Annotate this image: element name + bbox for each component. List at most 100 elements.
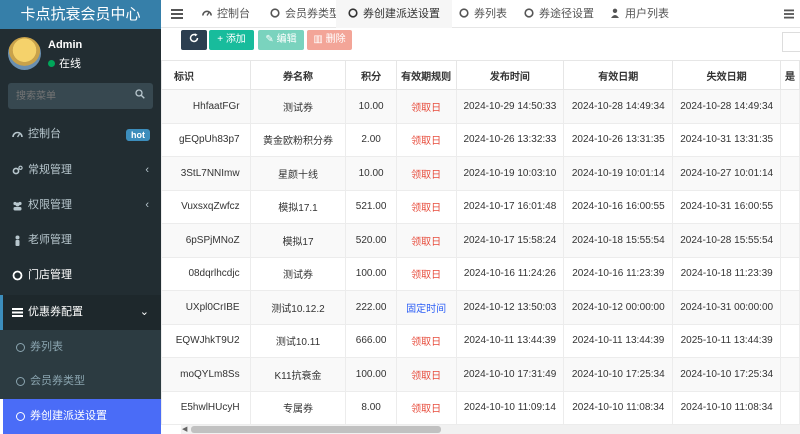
chevron-left-icon: ‹ [145, 199, 149, 211]
cell-rule: 领取日 [395, 390, 457, 425]
table-row[interactable]: E5hwlHUcyH 专属券 8.00 领取日 2024-10-10 11:09:14 2… [161, 390, 800, 425]
cell-valid-date: 2024-10-19 10:01:14 [563, 156, 674, 191]
table-row[interactable]: EQWJhkT9U2 测试10.11 666.00 领取日 2024-10-11 13:… [161, 323, 800, 358]
add-button[interactable]: + 添加 [209, 30, 254, 50]
cell-points: 10.00 [345, 156, 397, 191]
tab-coupon-list[interactable]: 券列表 [459, 0, 507, 28]
cell-publish-time: 2024-10-10 17:31:49 [455, 357, 565, 392]
sidebar-item-coupon-config[interactable]: 优惠券配置 ⌄ [0, 295, 161, 330]
cell-code: gEQpUh83p7 [161, 122, 251, 157]
table-row[interactable]: UXpl0CrIBE 测试10.12.2 222.00 固定时间 2024-10-12 … [161, 290, 800, 325]
sidebar-item-label: 会员券类型 [30, 375, 85, 387]
chevron-left-icon: ‹ [145, 164, 149, 176]
horizontal-scrollbar[interactable]: ◀ [181, 425, 800, 434]
sidebar: 卡点抗衰会员中心 Admin 在线 控制台 hot 常规管理 ‹ 权限管理 ‹ … [0, 0, 161, 434]
sidebar-item-permission[interactable]: 权限管理 ‹ [0, 188, 161, 223]
table-row[interactable]: 3StL7NNImw 星颜十线 10.00 领取日 2024-10-19 10:03:1… [161, 156, 800, 191]
cell-more [779, 323, 800, 358]
tab-dashboard[interactable]: 控制台 [202, 0, 250, 28]
search-icon[interactable] [135, 89, 145, 99]
cell-publish-time: 2024-10-29 14:50:33 [455, 89, 565, 124]
cell-valid-date: 2024-10-18 15:55:54 [563, 223, 674, 258]
sidebar-item-label: 门店管理 [28, 269, 72, 281]
cell-more [779, 223, 800, 258]
circle-icon [524, 8, 534, 18]
cell-more [779, 89, 800, 124]
cell-expire-date: 2024-10-27 10:01:14 [672, 156, 781, 191]
cell-valid-date: 2024-10-28 14:49:34 [563, 89, 674, 124]
table-row[interactable]: 6pSPjMNoZ 模拟17 520.00 领取日 2024-10-17 15:58:2… [161, 223, 800, 258]
cell-rule: 领取日 [395, 156, 457, 191]
table-row[interactable]: HhfaatFGr 测试券 10.00 领取日 2024-10-29 14:50:33 2… [161, 89, 800, 124]
cell-more [779, 256, 800, 291]
col-publish-time[interactable]: 发布时间 [455, 60, 565, 90]
cell-more [779, 156, 800, 191]
cell-publish-time: 2024-10-17 15:58:24 [455, 223, 565, 258]
delete-button[interactable]: ▥ 删除 [307, 30, 352, 50]
col-rule[interactable]: 有效期规则 [395, 60, 457, 90]
user-status-text: 在线 [59, 58, 81, 70]
user-icon [611, 8, 619, 18]
cell-rule: 领取日 [395, 223, 457, 258]
cell-valid-date: 2024-10-16 16:00:55 [563, 189, 674, 224]
table-search-input[interactable] [782, 32, 800, 52]
hamburger-icon[interactable] [171, 9, 183, 19]
cell-valid-date: 2024-10-11 13:44:39 [563, 323, 674, 358]
sidebar-item-coupon-list[interactable]: 券列表 [0, 330, 161, 365]
col-expire-date[interactable]: 失效日期 [672, 60, 781, 90]
sidebar-item-coupon-send[interactable]: 券创建派送设置 [0, 399, 161, 434]
add-label: 添加 [225, 34, 246, 45]
table-row[interactable]: VuxsxqZwfcz 模拟17.1 521.00 领取日 2024-10-17 16:… [161, 189, 800, 224]
tab-user-list[interactable]: 用户列表 [610, 0, 669, 28]
main-content: + 添加 ✎ 编辑 ▥ 删除 标识 券名称 积分 有效期规则 发布时间 有效日期… [161, 28, 800, 434]
scrollbar-thumb[interactable] [191, 426, 441, 433]
col-points[interactable]: 积分 [345, 60, 397, 90]
cell-rule: 领取日 [395, 256, 457, 291]
col-code[interactable]: 标识 [161, 60, 251, 90]
cell-rule: 领取日 [395, 89, 457, 124]
cell-publish-time: 2024-10-11 13:44:39 [455, 323, 565, 358]
scroll-left-icon[interactable]: ◀ [182, 426, 187, 433]
table-row[interactable]: gEQpUh83p7 黄金欧粉积分券 2.00 领取日 2024-10-26 13:32… [161, 122, 800, 157]
sidebar-item-general[interactable]: 常规管理 ‹ [0, 153, 161, 188]
trash-icon: ▥ [313, 34, 323, 45]
online-dot-icon [48, 60, 55, 67]
tab-label: 控制台 [217, 8, 250, 20]
sidebar-item-dashboard[interactable]: 控制台 hot [0, 117, 161, 152]
tab-member-coupon-type[interactable]: 会员券类型 [270, 0, 340, 28]
cell-rule: 领取日 [395, 323, 457, 358]
cell-code: 08dqrlhcdjc [161, 256, 251, 291]
table-row[interactable]: 08dqrlhcdjc 测试券 100.00 领取日 2024-10-16 11:24:… [161, 256, 800, 291]
tab-coupon-channel[interactable]: 券途径设置 [524, 0, 594, 28]
sidebar-item-label: 权限管理 [28, 199, 72, 211]
person-icon [15, 235, 20, 246]
cell-publish-time: 2024-10-17 16:01:48 [455, 189, 565, 224]
pencil-icon: ✎ [265, 34, 274, 45]
menu-search-input[interactable] [8, 83, 128, 109]
tab-label: 券创建派送设置 [363, 8, 440, 20]
refresh-button[interactable] [181, 30, 207, 50]
refresh-icon [189, 33, 199, 43]
circle-icon [12, 270, 23, 281]
sidebar-item-member-coupon-type[interactable]: 会员券类型 [0, 364, 161, 399]
table-row[interactable]: moQYLm8Ss K11抗衰金 100.00 领取日 2024-10-10 17:31… [161, 357, 800, 392]
dashboard-icon [202, 10, 212, 16]
edit-button[interactable]: ✎ 编辑 [258, 30, 304, 50]
sidebar-item-teacher[interactable]: 老师管理 [0, 223, 161, 258]
sidebar-item-store[interactable]: 门店管理 [0, 258, 161, 293]
cogs-icon [12, 165, 23, 175]
table-body: HhfaatFGr 测试券 10.00 领取日 2024-10-29 14:50:33 2… [161, 89, 800, 425]
cell-name: 测试券 [249, 256, 347, 291]
cell-code: VuxsxqZwfcz [161, 189, 251, 224]
cell-valid-date: 2024-10-10 11:08:34 [563, 390, 674, 425]
cell-name: K11抗衰金 [249, 357, 347, 392]
cell-expire-date: 2024-10-31 13:31:35 [672, 122, 781, 157]
tab-coupon-send[interactable]: 券创建派送设置 [336, 0, 452, 28]
col-valid-date[interactable]: 有效日期 [563, 60, 674, 90]
user-status: 在线 [48, 55, 81, 71]
tab-label: 会员券类型 [285, 8, 340, 20]
col-name[interactable]: 券名称 [249, 60, 347, 90]
cell-points: 520.00 [345, 223, 397, 258]
col-more[interactable]: 是 [779, 60, 800, 90]
menu-more-icon[interactable] [784, 9, 794, 19]
